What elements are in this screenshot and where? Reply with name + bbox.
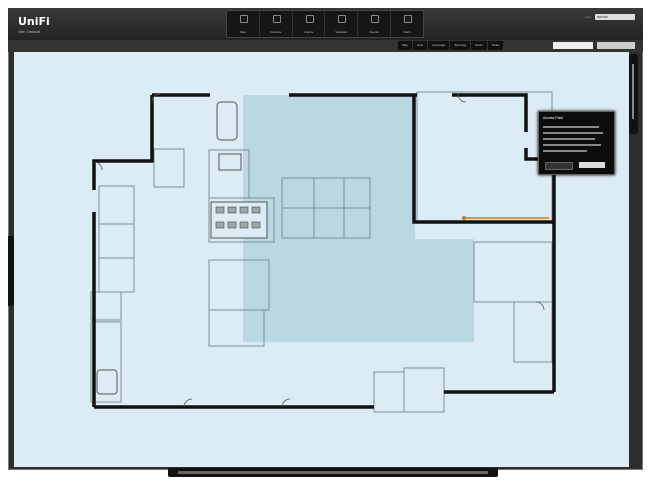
zoom-slider-track — [632, 64, 634, 119]
scrollbar-thumb — [178, 471, 488, 474]
devices-icon — [272, 15, 281, 23]
map-tabs: Map Lock Coverage Topology Zoom Scale — [398, 41, 504, 50]
horizontal-scrollbar[interactable] — [168, 468, 498, 477]
nav-label: Map — [239, 30, 246, 34]
floor-plan-map[interactable] — [14, 52, 629, 467]
popup-text-line — [543, 126, 599, 128]
statistics-icon — [338, 15, 347, 23]
map-search-input[interactable] — [553, 42, 593, 49]
alerts-icon — [404, 15, 413, 23]
tab-coverage[interactable]: Coverage — [428, 41, 450, 50]
map-icon — [239, 15, 248, 23]
popup-text-line — [543, 144, 601, 146]
user-area: User admin — [585, 14, 635, 20]
popup-cancel-button[interactable] — [545, 162, 573, 170]
device-popup: Access Point — [538, 111, 615, 175]
floor-plan-drawing — [90, 91, 556, 413]
top-header: UniFi Site: Default Map Devices Clients … — [8, 8, 643, 40]
app-logo: UniFi — [18, 15, 50, 28]
tab-map[interactable]: Map — [398, 41, 412, 50]
nav-clients[interactable]: Clients — [293, 11, 326, 37]
nav-label: Devices — [270, 30, 282, 34]
nav-label: Statistics — [335, 30, 348, 34]
ap-marker[interactable] — [462, 216, 466, 220]
tab-zoom[interactable]: Zoom — [471, 41, 487, 50]
popup-ok-button[interactable] — [579, 162, 605, 168]
tab-topology[interactable]: Topology — [450, 41, 471, 50]
furniture — [96, 101, 268, 395]
zoom-slider[interactable] — [628, 54, 638, 134]
nav-events[interactable]: Events — [358, 11, 392, 37]
main-nav: Map Devices Clients Statistics Events Al… — [226, 10, 424, 38]
nav-devices[interactable]: Devices — [260, 11, 293, 37]
nav-alerts[interactable]: Alerts — [391, 11, 423, 37]
map-toolbar: Map Lock Coverage Topology Zoom Scale — [8, 40, 643, 52]
nav-map[interactable]: Map — [227, 11, 260, 37]
events-icon — [371, 15, 380, 23]
nav-statistics[interactable]: Statistics — [325, 11, 359, 37]
site-label[interactable]: Site: Default — [18, 29, 40, 34]
nav-label: Alerts — [403, 30, 411, 34]
user-menu[interactable]: admin — [595, 14, 635, 20]
popup-text-line — [543, 132, 603, 134]
user-label: User — [584, 15, 591, 19]
tab-lock[interactable]: Lock — [412, 41, 428, 50]
nav-label: Events — [369, 30, 379, 34]
open-area-highlight — [243, 95, 474, 342]
map-select-dropdown[interactable] — [597, 42, 635, 49]
tab-scale[interactable]: Scale — [487, 41, 504, 50]
clients-icon — [305, 15, 314, 23]
popup-text-line — [543, 138, 595, 140]
popup-text-line — [543, 150, 587, 152]
popup-title: Access Point — [543, 116, 564, 120]
nav-label: Clients — [303, 30, 314, 34]
